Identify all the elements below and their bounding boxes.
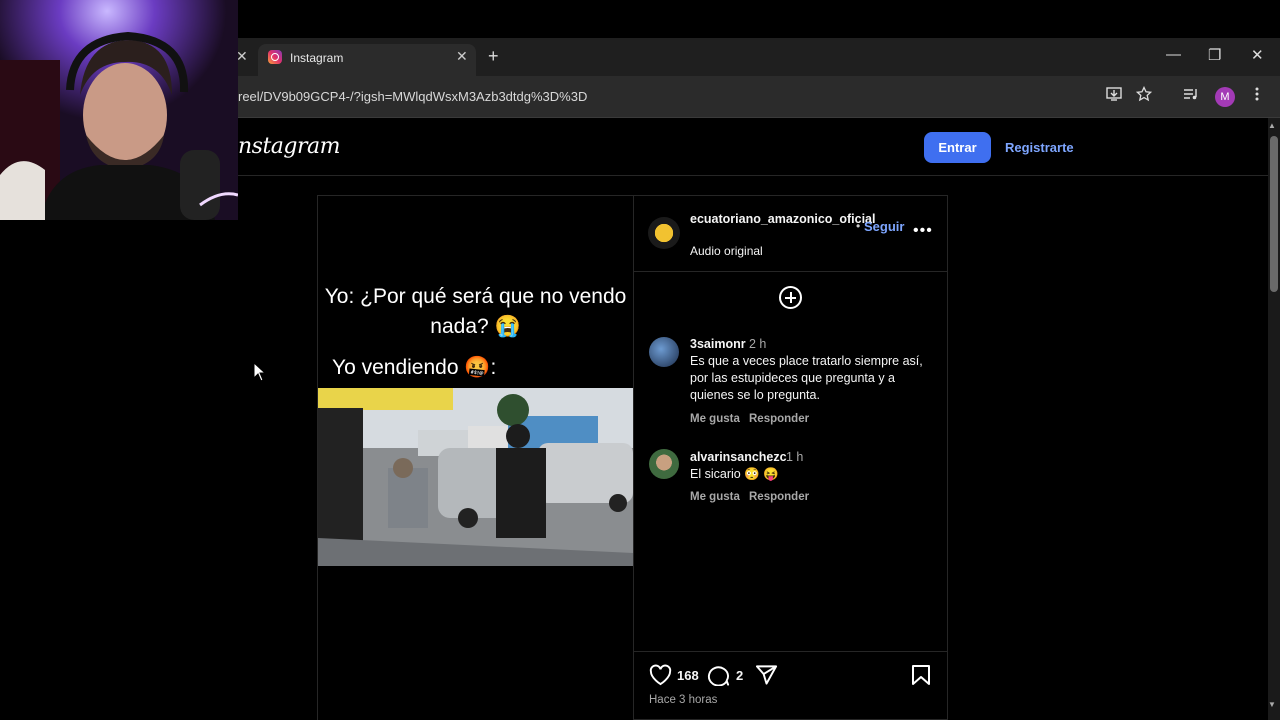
avatar[interactable] <box>649 449 679 479</box>
tab-title: Instagram <box>290 51 344 65</box>
reply-button[interactable]: Responder <box>749 491 809 503</box>
bookmark-icon[interactable] <box>911 664 931 691</box>
webcam-overlay <box>0 0 238 220</box>
comment-time: 2 h <box>749 337 767 351</box>
author-username[interactable]: ecuatoriano_amazonico_oficial <box>690 211 875 227</box>
header-divider <box>238 175 1268 176</box>
heart-icon[interactable] <box>649 664 672 691</box>
bookmark-star-icon[interactable] <box>1135 85 1153 106</box>
comment-text: El sicario 😳 😝 <box>690 467 779 481</box>
comment-text: Es que a veces place tratarlo siempre as… <box>690 354 923 402</box>
video-caption-line2: Yo vendiendo 🤬: <box>332 356 497 379</box>
media-controls-icon[interactable] <box>1183 86 1199 106</box>
restore-button[interactable]: ❐ <box>1208 46 1221 64</box>
plus-circle-icon[interactable] <box>779 286 802 309</box>
like-comment-button[interactable]: Me gusta <box>690 413 740 425</box>
scroll-down-icon[interactable]: ▼ <box>1268 700 1276 709</box>
comment-icon[interactable] <box>707 664 730 691</box>
author-divider <box>634 271 948 272</box>
kebab-menu-icon[interactable] <box>1253 86 1261 106</box>
post-divider <box>633 196 634 720</box>
follow-separator: • <box>856 219 861 233</box>
more-options-icon[interactable]: ••• <box>913 222 933 240</box>
share-icon[interactable] <box>755 664 778 691</box>
reply-button[interactable]: Responder <box>749 413 809 425</box>
author-avatar[interactable] <box>648 217 680 249</box>
scrollbar-thumb[interactable] <box>1270 136 1278 292</box>
url-field[interactable]: reel/DV9b09GCP4-/?igsh=MWlqdWsxM3Azb3dtd… <box>238 89 587 104</box>
likes-count[interactable]: 168 <box>677 668 699 683</box>
post-time-ago: Hace 3 horas <box>649 694 718 706</box>
install-app-icon[interactable] <box>1106 86 1122 106</box>
video-caption-line1: Yo: ¿Por qué será que no vendo nada? 😭 <box>324 285 627 338</box>
signup-link[interactable]: Registrarte <box>1005 140 1074 155</box>
login-button[interactable]: Entrar <box>924 132 991 163</box>
follow-button[interactable]: Seguir <box>864 219 904 234</box>
comment-time: 1 h <box>786 450 804 464</box>
instagram-logo[interactable]: nstagram <box>238 134 341 159</box>
instagram-icon <box>268 50 282 64</box>
video-frame-image <box>318 388 633 566</box>
window-close-button[interactable]: ✕ <box>1251 46 1264 64</box>
minimize-button[interactable]: — <box>1166 46 1181 63</box>
scroll-up-icon[interactable]: ▲ <box>1268 121 1276 130</box>
comment-username[interactable]: alvarinsanchezc <box>690 450 787 464</box>
new-tab-button[interactable]: + <box>488 46 499 67</box>
audio-label[interactable]: Audio original <box>690 244 763 258</box>
comment-username[interactable]: 3saimonr <box>690 337 746 351</box>
mouse-cursor <box>253 361 267 387</box>
actions-divider <box>634 651 948 652</box>
tab-close-icon[interactable]: ✕ <box>456 48 468 65</box>
comments-count: 2 <box>736 668 744 683</box>
profile-avatar[interactable]: M <box>1215 87 1235 107</box>
avatar[interactable] <box>649 337 679 367</box>
like-comment-button[interactable]: Me gusta <box>690 491 740 503</box>
